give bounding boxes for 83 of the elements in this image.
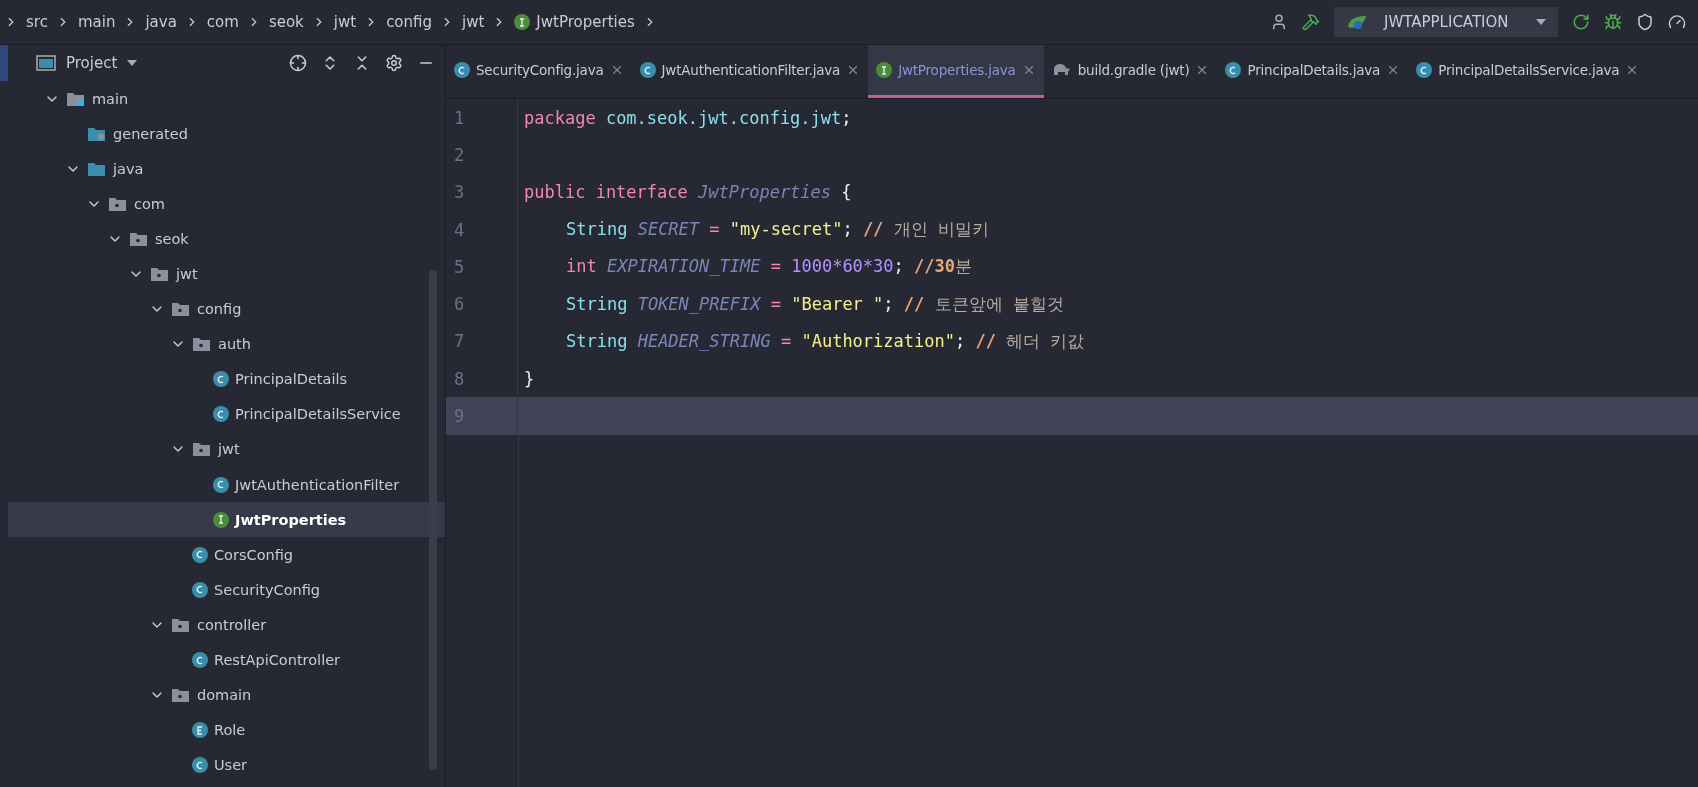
- leaf-icon: [1346, 14, 1368, 30]
- editor-tab[interactable]: JwtProperties.java: [868, 45, 1044, 98]
- breadcrumb-item[interactable]: java: [141, 13, 181, 31]
- class-icon: [1416, 62, 1433, 78]
- code-line: 2: [446, 136, 1698, 174]
- tree-item[interactable]: auth: [8, 326, 445, 362]
- folder-icon: [66, 90, 86, 107]
- tree-item[interactable]: controller: [8, 607, 445, 643]
- interface-icon: [213, 511, 229, 528]
- crosshair-icon[interactable]: [289, 54, 307, 72]
- tree-item[interactable]: SecurityConfig: [8, 572, 445, 608]
- code-line: 6 String TOKEN_PREFIX = "Bearer "; // 토큰앞에 붙힐것: [446, 285, 1698, 323]
- gauge-icon[interactable]: [1668, 13, 1686, 31]
- breadcrumb-item[interactable]: src: [22, 13, 52, 31]
- shield-icon[interactable]: [1636, 13, 1654, 31]
- folder-icon: [150, 266, 170, 282]
- interface-icon: [876, 62, 893, 78]
- folder-icon: [87, 125, 107, 142]
- tree-item[interactable]: RestApiController: [8, 642, 445, 678]
- class-icon: [192, 581, 208, 598]
- project-view-dropdown[interactable]: Project: [30, 53, 144, 73]
- editor-tab[interactable]: build.gradle (jwt): [1043, 45, 1218, 98]
- tree-item[interactable]: domain: [8, 677, 445, 713]
- editor-tab[interactable]: PrincipalDetailsService.java: [1408, 45, 1648, 98]
- folder-icon: [87, 160, 107, 177]
- class-icon: [639, 62, 656, 78]
- tree-item[interactable]: jwt: [8, 256, 445, 292]
- folder-icon: [129, 230, 149, 247]
- run-configuration-dropdown[interactable]: JWTAPPLICATION: [1334, 7, 1558, 37]
- tree-item[interactable]: com: [8, 186, 445, 222]
- folder-icon: [192, 336, 212, 353]
- code-line: 5 int EXPIRATION_TIME = 1000*60*30; //30분: [446, 248, 1698, 286]
- breadcrumb-item[interactable]: jwt: [329, 13, 361, 31]
- breadcrumb-item[interactable]: main: [73, 13, 120, 31]
- code-line: 1 package com.seok.jwt.config.jwt;: [446, 99, 1698, 137]
- window-icon: [36, 55, 56, 71]
- tree-item[interactable]: Role: [8, 712, 445, 748]
- folder-icon: [171, 301, 191, 318]
- tree-item[interactable]: config: [8, 291, 445, 327]
- class-icon: [213, 406, 229, 423]
- folder-icon: [171, 687, 191, 704]
- tree-item[interactable]: main: [8, 81, 445, 117]
- breadcrumb-item[interactable]: JwtProperties: [510, 13, 639, 31]
- tree-item[interactable]: PrincipalDetailsService: [8, 396, 445, 432]
- tree-item[interactable]: JwtProperties: [8, 502, 445, 538]
- tree-item[interactable]: seok: [8, 221, 445, 257]
- editor-tab[interactable]: JwtAuthenticationFilter.java: [631, 45, 869, 98]
- breadcrumb-item[interactable]: jwt: [458, 13, 489, 31]
- tree-item[interactable]: JwtAuthenticationFilter: [8, 467, 445, 503]
- breadcrumb-item[interactable]: seok: [264, 13, 308, 31]
- interface-icon: [514, 14, 531, 30]
- class-icon: [1225, 62, 1242, 78]
- code-line: 4 String SECRET = "my-secret"; // 개인 비밀키: [446, 210, 1698, 249]
- code-line: 7 String HEADER_STRING = "Authorization"; // 헤더 키값: [446, 322, 1698, 361]
- hammer-icon[interactable]: [1302, 13, 1320, 31]
- breadcrumb-item[interactable]: config: [382, 13, 437, 31]
- tree-item[interactable]: generated: [8, 116, 445, 152]
- folder-icon: [108, 195, 128, 212]
- tree-item[interactable]: java: [8, 151, 445, 187]
- folder-icon: [192, 441, 212, 458]
- class-icon: [454, 62, 470, 78]
- rerun-icon[interactable]: [1572, 13, 1590, 31]
- bug-icon[interactable]: [1604, 13, 1622, 31]
- class-icon: [192, 546, 208, 563]
- enum-icon: [192, 722, 208, 739]
- tree-item[interactable]: CorsConfig: [8, 537, 445, 573]
- caret-icon: [1536, 19, 1546, 25]
- folder-icon: [171, 616, 191, 633]
- tree-item[interactable]: jwt: [8, 431, 445, 468]
- class-icon: [213, 371, 229, 388]
- class-icon: [213, 476, 229, 493]
- class-icon: [192, 652, 208, 669]
- editor-tab[interactable]: PrincipalDetails.java: [1217, 45, 1409, 98]
- settings-icon[interactable]: [385, 54, 403, 72]
- editor-tab[interactable]: SecurityConfig.java: [446, 45, 632, 98]
- code-line: 3 public interface JwtProperties {: [446, 173, 1698, 211]
- caret-icon: [127, 60, 138, 66]
- elephant-icon: [1051, 63, 1072, 77]
- breadcrumb-item[interactable]: com: [202, 13, 243, 31]
- tree-item[interactable]: User: [8, 747, 445, 783]
- user-icon[interactable]: [1270, 13, 1288, 31]
- tree-item[interactable]: PrincipalDetails: [8, 361, 445, 397]
- class-icon: [192, 757, 208, 774]
